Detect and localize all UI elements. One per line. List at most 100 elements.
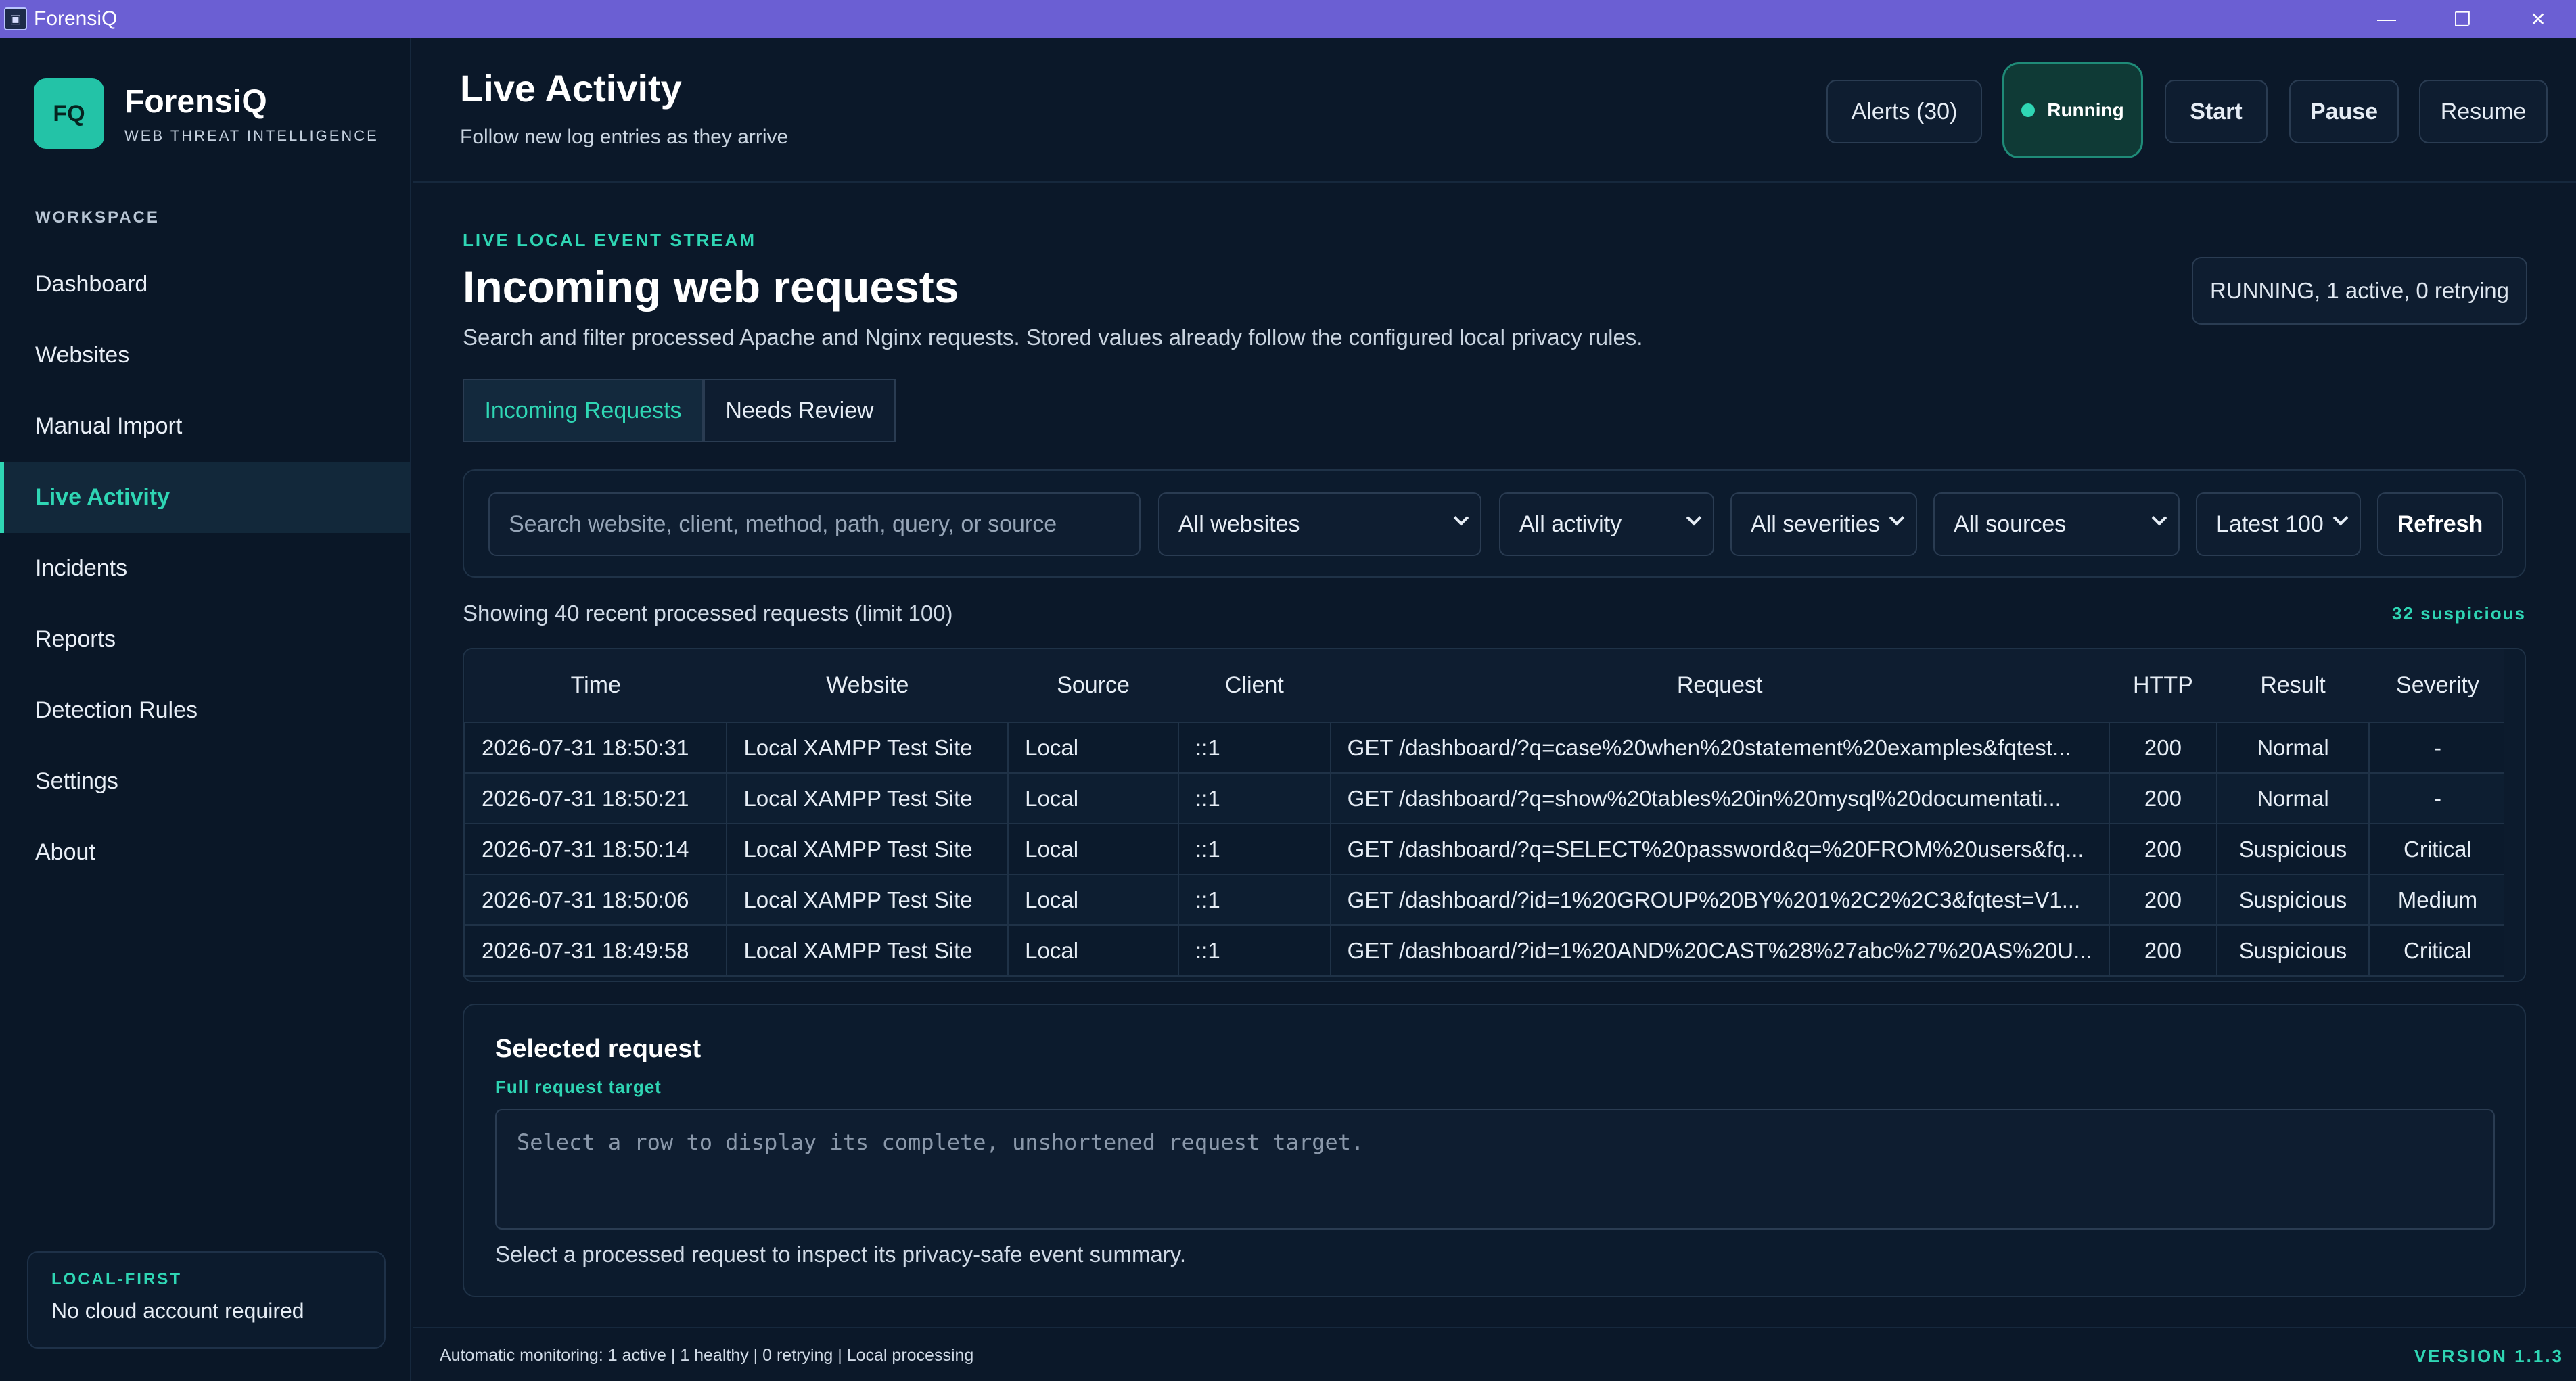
sidebar-item-settings[interactable]: Settings [0,746,410,817]
cell-http: 200 [2108,722,2218,774]
website-select-value: All websites [1178,511,1300,537]
cell-result: Suspicious [2216,924,2370,977]
cell-request: GET /dashboard/?q=show%20tables%20in%20m… [1329,772,2110,824]
cell-client: ::1 [1178,772,1331,824]
column-header-website[interactable]: Website [727,649,1009,722]
close-icon[interactable]: ✕ [2500,0,2576,38]
limit-select[interactable]: Latest 100 [2196,492,2361,556]
table-row[interactable]: 2026-07-31 18:50:21 Local XAMPP Test Sit… [464,772,2508,824]
cell-source: Local [1007,874,1180,926]
running-status-pill[interactable]: Running [2002,62,2143,158]
cell-time: 2026-07-31 18:49:58 [464,924,728,977]
sidebar-item-dashboard[interactable]: Dashboard [0,249,410,320]
sidebar-item-websites[interactable]: Websites [0,320,410,391]
chevron-down-icon [1686,510,1702,526]
cell-website: Local XAMPP Test Site [726,722,1009,774]
column-header-client[interactable]: Client [1178,649,1331,722]
cell-client: ::1 [1178,924,1331,977]
requests-table: Time Website Source Client Request HTTP … [463,648,2526,982]
cell-severity: Medium [2368,874,2508,926]
source-select[interactable]: All sources [1933,492,2180,556]
start-button[interactable]: Start [2165,80,2268,143]
table-scrollbar[interactable] [2504,649,2525,981]
activity-select[interactable]: All activity [1499,492,1714,556]
maximize-icon[interactable]: ❐ [2424,0,2500,38]
tab-incoming-requests[interactable]: Incoming Requests [463,379,704,442]
cell-result: Normal [2216,722,2370,774]
selected-request-hint: Select a processed request to inspect it… [495,1242,1187,1267]
limit-select-value: Latest 100 [2216,511,2324,537]
cell-client: ::1 [1178,874,1331,926]
search-input[interactable]: Search website, client, method, path, qu… [488,492,1141,556]
cell-time: 2026-07-31 18:50:31 [464,722,728,774]
column-header-source[interactable]: Source [1008,649,1179,722]
website-select[interactable]: All websites [1158,492,1481,556]
table-row[interactable]: 2026-07-31 18:50:06 Local XAMPP Test Sit… [464,874,2508,926]
cell-http: 200 [2108,874,2218,926]
sidebar: FQ ForensiQ WEB THREAT INTELLIGENCE WORK… [0,38,411,1381]
pause-button[interactable]: Pause [2289,80,2399,143]
brand-logo: FQ [34,78,104,149]
cell-website: Local XAMPP Test Site [726,823,1009,875]
monitoring-status: Automatic monitoring: 1 active | 1 healt… [440,1346,974,1365]
stream-eyebrow: LIVE LOCAL EVENT STREAM [463,230,756,250]
selected-request-title: Selected request [495,1035,702,1063]
section-description: Search and filter processed Apache and N… [463,325,1643,350]
cell-request: GET /dashboard/?q=SELECT%20password&q=%2… [1329,823,2110,875]
chevron-down-icon [1889,510,1905,526]
refresh-button[interactable]: Refresh [2377,492,2503,556]
cell-source: Local [1007,722,1180,774]
cell-source: Local [1007,924,1180,977]
chevron-down-icon [2332,510,2349,526]
brand: FQ ForensiQ WEB THREAT INTELLIGENCE [34,78,379,149]
sidebar-item-incidents[interactable]: Incidents [0,533,410,604]
chevron-down-icon [1453,510,1469,526]
cell-source: Local [1007,823,1180,875]
sidebar-item-manual-import[interactable]: Manual Import [0,391,410,462]
sidebar-item-detection-rules[interactable]: Detection Rules [0,675,410,746]
cell-severity: Critical [2368,823,2508,875]
cell-website: Local XAMPP Test Site [726,772,1009,824]
cell-result: Suspicious [2216,874,2370,926]
monitor-status-badge: RUNNING, 1 active, 0 retrying [2192,257,2527,325]
local-first-card: LOCAL-FIRST No cloud account required [27,1251,386,1349]
sidebar-section-label: WORKSPACE [35,208,160,227]
resume-button[interactable]: Resume [2419,80,2548,143]
column-header-request[interactable]: Request [1330,649,2109,722]
app-icon: ▣ [4,7,27,30]
selected-request-panel: Selected request Full request target Sel… [463,1004,2526,1297]
column-header-http[interactable]: HTTP [2109,649,2217,722]
sidebar-item-about[interactable]: About [0,817,410,888]
table-row[interactable]: 2026-07-31 18:49:58 Local XAMPP Test Sit… [464,924,2508,977]
page-header: Live Activity Follow new log entries as … [413,38,2576,183]
cell-severity: - [2368,722,2508,774]
column-header-result[interactable]: Result [2217,649,2369,722]
cell-severity: - [2368,772,2508,824]
cell-client: ::1 [1178,823,1331,875]
cell-time: 2026-07-31 18:50:14 [464,823,728,875]
cell-http: 200 [2108,924,2218,977]
tab-needs-review[interactable]: Needs Review [704,379,896,442]
sidebar-item-live-activity[interactable]: Live Activity [0,462,410,533]
brand-tagline: WEB THREAT INTELLIGENCE [124,126,379,144]
local-first-title: LOCAL-FIRST [51,1270,182,1288]
alerts-button[interactable]: Alerts (30) [1826,80,1982,143]
request-tabs: Incoming Requests Needs Review [463,379,896,442]
column-header-time[interactable]: Time [465,649,727,722]
severity-select[interactable]: All severities [1730,492,1917,556]
table-row[interactable]: 2026-07-31 18:50:31 Local XAMPP Test Sit… [464,722,2508,774]
cell-result: Normal [2216,772,2370,824]
title-bar: ▣ ForensiQ — ❐ ✕ [0,0,2576,38]
full-request-target-label: Full request target [495,1077,662,1097]
table-row[interactable]: 2026-07-31 18:50:14 Local XAMPP Test Sit… [464,823,2508,875]
sidebar-item-reports[interactable]: Reports [0,604,410,675]
running-label: Running [2047,99,2124,120]
page-title: Live Activity [460,67,682,110]
full-request-target-field[interactable]: Select a row to display its complete, un… [495,1109,2495,1230]
cell-request: GET /dashboard/?id=1%20GROUP%20BY%201%2C… [1329,874,2110,926]
minimize-icon[interactable]: — [2349,0,2424,38]
column-header-severity[interactable]: Severity [2368,649,2506,722]
cell-severity: Critical [2368,924,2508,977]
window-title: ForensiQ [34,7,118,30]
brand-name: ForensiQ [124,83,267,120]
